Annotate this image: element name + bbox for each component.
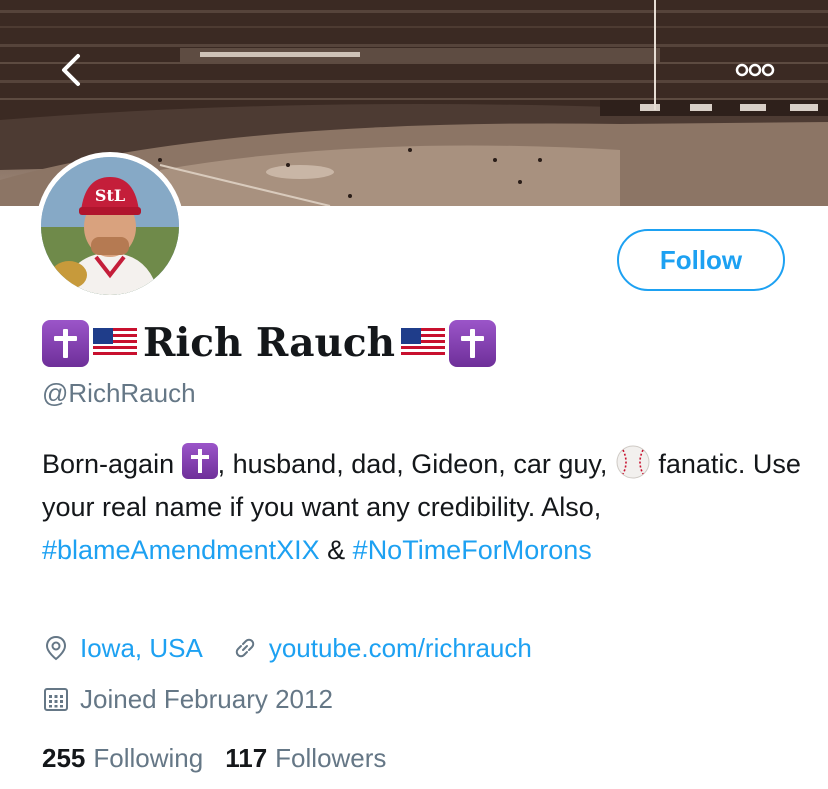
following-label: Following bbox=[93, 742, 204, 773]
more-options-button[interactable] bbox=[724, 52, 784, 88]
us-flag-emoji bbox=[400, 328, 445, 358]
bio-text: & bbox=[319, 535, 353, 565]
avatar[interactable]: StL bbox=[36, 152, 184, 300]
avatar-photo: StL bbox=[41, 157, 179, 295]
profile-meta: Iowa, USA youtube.com/richrauch bbox=[42, 632, 532, 664]
calendar-icon bbox=[44, 688, 68, 711]
profile-handle: @RichRauch bbox=[42, 378, 196, 408]
latin-cross-emoji bbox=[448, 319, 496, 367]
latin-cross-emoji bbox=[181, 443, 218, 479]
baseball-emoji bbox=[616, 445, 650, 479]
display-name: Rich Rauch bbox=[42, 318, 496, 368]
location-pin-icon bbox=[45, 635, 67, 661]
bio-text: Born-again bbox=[42, 449, 182, 479]
profile-bio: Born-again , husband, dad, Gideon, car g… bbox=[42, 443, 812, 572]
more-horizontal-icon bbox=[735, 63, 775, 77]
chevron-left-icon bbox=[62, 54, 80, 86]
hashtag-link[interactable]: #NoTimeForMorons bbox=[353, 535, 592, 565]
followers-stat[interactable]: 117 Followers bbox=[225, 743, 386, 774]
followers-label: Followers bbox=[275, 742, 387, 773]
back-button[interactable] bbox=[52, 50, 92, 90]
profile-name: Rich Rauch bbox=[143, 320, 395, 366]
avatar-image: StL bbox=[41, 157, 179, 295]
svg-text:StL: StL bbox=[95, 186, 125, 205]
followers-count: 117 bbox=[225, 742, 268, 773]
joined-date: Joined February 2012 bbox=[42, 683, 333, 715]
joined-text: Joined February 2012 bbox=[80, 683, 333, 714]
latin-cross-emoji bbox=[42, 319, 89, 367]
bio-text: , husband, dad, Gideon, car guy, bbox=[217, 449, 615, 479]
following-count: 255 bbox=[42, 742, 86, 773]
follow-stats: 255 Following 117 Followers bbox=[42, 742, 386, 774]
link-icon bbox=[235, 638, 255, 658]
location-text[interactable]: Iowa, USA bbox=[80, 633, 203, 664]
hashtag-link[interactable]: #blameAmendmentXIX bbox=[42, 535, 320, 565]
following-stat[interactable]: 255 Following bbox=[42, 743, 203, 774]
website-link[interactable]: youtube.com/richrauch bbox=[269, 633, 532, 664]
follow-button[interactable]: Follow bbox=[617, 229, 785, 291]
us-flag-emoji bbox=[93, 328, 137, 358]
